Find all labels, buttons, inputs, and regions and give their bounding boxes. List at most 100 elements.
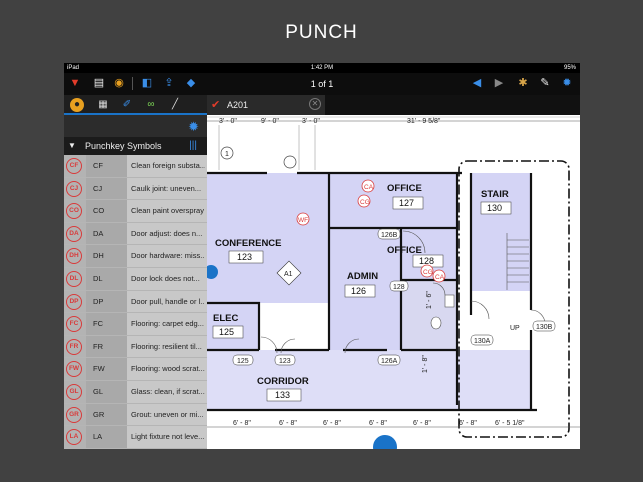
punch-description: Flooring: resilient til...: [131, 341, 202, 351]
punchkey-row[interactable]: DP DP Door pull, handle or l...: [64, 290, 207, 314]
punchkey-row[interactable]: FW FW Flooring: wood scrat...: [64, 358, 207, 381]
ipad-screen: iPad 1:42 PM 95% ▼ ▤ ◉ ◧ ⇪ ◆ 1 of 1 ◀ ▶ …: [64, 63, 580, 449]
dim-top-4: 31' - 9 5/8": [407, 118, 441, 125]
floor-plan: 3' - 0" 9' - 0" 3' - 0" 31' - 9 5/8" 1 6…: [207, 116, 580, 449]
punchkey-row[interactable]: LA LA Light fixture not leve...: [64, 426, 207, 449]
punch-symbol-icon: CJ: [66, 180, 82, 197]
battery-label: 95%: [563, 65, 576, 71]
dim-bottom-3: 6' - 8": [323, 420, 341, 427]
room-name-corridor: CORRIDOR: [257, 376, 309, 387]
binoculars-icon[interactable]: ∞: [144, 98, 158, 112]
column-icon[interactable]: |||: [189, 140, 197, 151]
clock: 1:42 PM: [310, 65, 334, 71]
punch-code: DA: [93, 228, 104, 238]
punchkey-header-label: Punchkey Symbols: [85, 141, 162, 151]
punch-code: GR: [93, 409, 105, 419]
punch-description: Door hardware: miss...: [131, 251, 205, 261]
punchkey-row[interactable]: GL GL Glass: clean, if scrat...: [64, 380, 207, 404]
pen-icon[interactable]: ✎: [538, 76, 552, 90]
door-tag-130a: 130A: [474, 338, 491, 345]
collapse-icon[interactable]: ▼: [68, 141, 76, 150]
punchkey-row[interactable]: FR FR Flooring: resilient til...: [64, 335, 207, 359]
hero-title: PUNCH: [285, 22, 358, 43]
punch-code: CO: [93, 206, 105, 216]
stair-up-label: UP: [510, 325, 520, 332]
punchkey-header[interactable]: ▼ Punchkey Symbols |||: [64, 137, 207, 155]
bottom-drawer-handle[interactable]: [373, 435, 397, 449]
marker-icon[interactable]: ✐: [120, 98, 134, 112]
punch-description: Clean paint overspray: [131, 206, 204, 216]
gear-icon[interactable]: ✹: [560, 76, 574, 90]
close-icon[interactable]: ✕: [309, 98, 321, 110]
punch-code: LA: [93, 432, 103, 442]
punchkey-row[interactable]: CF CF Clean foreign substa...: [64, 155, 207, 178]
play-icon[interactable]: ▶: [492, 76, 506, 90]
status-bar: iPad 1:42 PM 95%: [64, 63, 580, 73]
punchkey-row[interactable]: CJ CJ Caulk joint: uneven...: [64, 177, 207, 201]
punchkey-row[interactable]: DL DL Door lock does not...: [64, 267, 207, 291]
room-name-elec: ELEC: [213, 313, 238, 324]
punch-description: Door lock does not...: [131, 273, 200, 283]
room-name-conference: CONFERENCE: [215, 238, 282, 249]
punch-description: Light fixture not leve...: [131, 432, 205, 442]
dim-bottom-2: 6' - 8": [279, 420, 297, 427]
punch-description: Door adjust: does n...: [131, 228, 203, 238]
section-tag: A1: [284, 271, 293, 278]
grid-icon[interactable]: ▦: [96, 98, 110, 112]
dim-bottom-1: 6' - 8": [233, 420, 251, 427]
punch-icon[interactable]: ●: [70, 98, 84, 112]
punch-code: CF: [93, 161, 103, 170]
punchkey-row[interactable]: DH DH Door hardware: miss...: [64, 245, 207, 268]
main-toolbar: ▼ ▤ ◉ ◧ ⇪ ◆ 1 of 1 ◀ ▶ ✱ ✎ ✹: [64, 73, 580, 95]
grid-bubble-label: 1: [225, 151, 229, 158]
door-tag-123: 123: [279, 358, 291, 365]
dim-top-3: 3' - 0": [302, 118, 320, 125]
punchkey-list: CF CF Clean foreign substa... CJ CJ Caulk joi…: [64, 155, 207, 449]
punch-symbol-icon: GR: [66, 406, 82, 423]
punch-description: Caulk joint: uneven...: [131, 183, 202, 193]
punchkey-row[interactable]: GR GR Grout: uneven or mi...: [64, 403, 207, 427]
dim-top-1: 3' - 0": [219, 118, 237, 125]
punch-description: Clean foreign substa...: [131, 161, 205, 170]
room-name-office-127-top: OFFICE: [387, 183, 422, 194]
punch-symbol-icon: GL: [66, 383, 82, 400]
panel-tabs: ● ▦ ✐ ∞ ╱: [64, 95, 207, 115]
floor-plan-viewer[interactable]: 3' - 0" 9' - 0" 3' - 0" 31' - 9 5/8" 1 6…: [207, 115, 580, 449]
dim-bottom-4: 6' - 8": [369, 420, 387, 427]
punch-symbol-icon: DP: [66, 293, 82, 310]
settings-icon[interactable]: ✹: [188, 119, 199, 135]
document-tab-label: A201: [227, 100, 249, 110]
punch-code: DL: [93, 273, 103, 283]
room-number-admin: 126: [351, 286, 366, 296]
room-number-elec: 125: [219, 327, 234, 337]
punch-mark-cg-2: CG: [423, 269, 433, 276]
punch-description: Door pull, handle or l...: [131, 296, 205, 306]
door-tag-128: 128: [393, 284, 405, 291]
punch-code: FW: [93, 364, 105, 374]
pencil-icon[interactable]: ╱: [168, 98, 182, 112]
room-name-stair: STAIR: [481, 189, 509, 200]
punch-code: DP: [93, 296, 104, 306]
punch-mark-ca-2: CA: [435, 274, 445, 281]
punch-symbol-icon: DA: [66, 225, 82, 242]
door-tag-125: 125: [237, 358, 249, 365]
back-icon[interactable]: ◀: [470, 76, 484, 90]
punchkey-row[interactable]: DA DA Door adjust: does n...: [64, 222, 207, 246]
punch-mark-cg: CG: [360, 199, 370, 206]
punchkey-row[interactable]: CO CO Clean paint overspray: [64, 200, 207, 223]
punch-description: Glass: clean, if scrat...: [131, 386, 205, 396]
punchkey-row[interactable]: FC FC Flooring: carpet edg...: [64, 313, 207, 336]
punch-code: DH: [93, 251, 104, 261]
checkmark-icon: ✔: [211, 99, 221, 111]
punchkey-panel: ✹ ▼ Punchkey Symbols ||| CF CF Clean forei…: [64, 115, 207, 449]
tab-document[interactable]: ✔ A201 ✕: [207, 95, 325, 115]
room-name-admin: ADMIN: [347, 271, 378, 282]
punch-description: Flooring: wood scrat...: [131, 364, 205, 374]
dim-side-2: 1' - 8": [422, 355, 429, 373]
punch-description: Flooring: carpet edg...: [131, 319, 204, 329]
punch-symbol-icon: FR: [66, 338, 82, 355]
panel-toolbar: ✹: [64, 115, 207, 137]
punch-symbol-icon: DL: [66, 270, 82, 287]
color-icon[interactable]: ✱: [516, 76, 530, 90]
room-number-stair: 130: [487, 203, 502, 213]
